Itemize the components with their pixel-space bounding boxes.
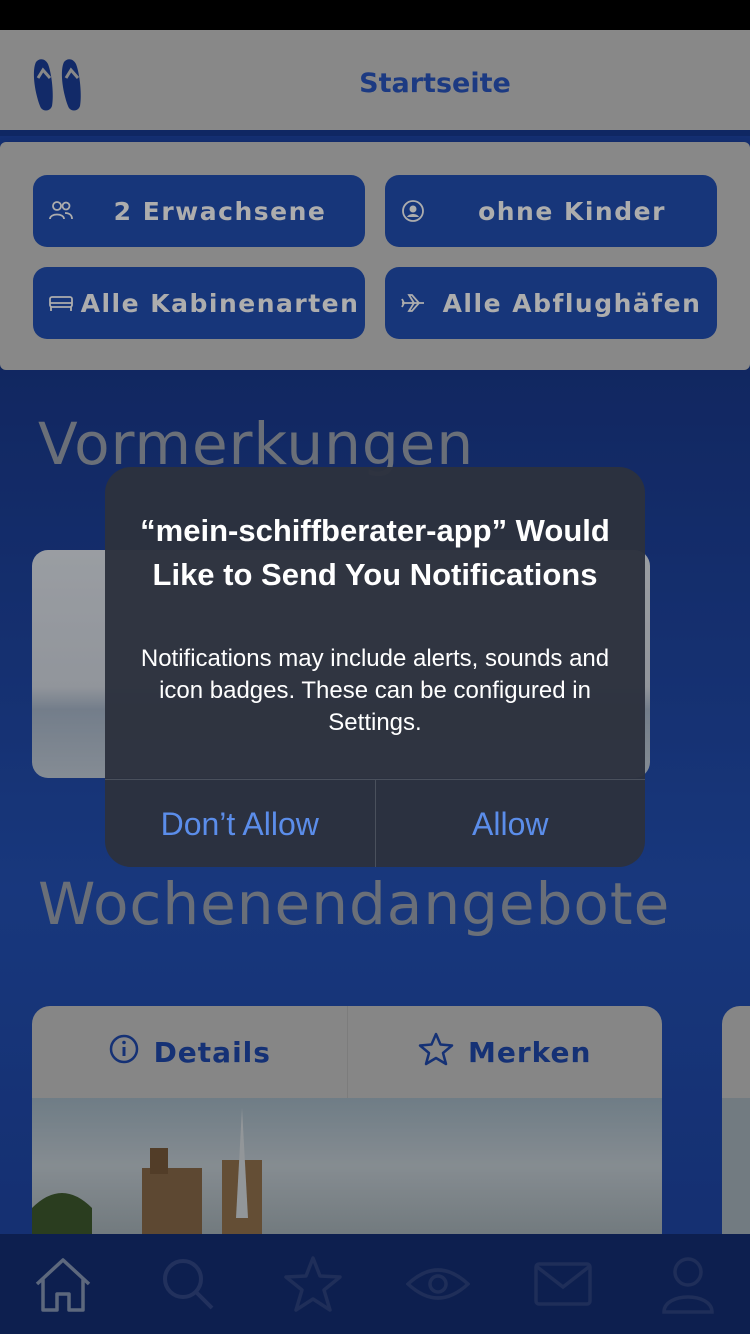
dont-allow-button[interactable]: Don’t Allow: [105, 780, 375, 867]
allow-button[interactable]: Allow: [374, 780, 646, 867]
alert-buttons: Don’t Allow Allow: [105, 779, 645, 867]
alert-title: “mein-schiffberater-app” Would Like to S…: [140, 513, 610, 592]
alert-message: Notifications may include alerts, sounds…: [140, 645, 610, 736]
notification-permission-alert: “mein-schiffberater-app” Would Like to S…: [105, 467, 645, 867]
